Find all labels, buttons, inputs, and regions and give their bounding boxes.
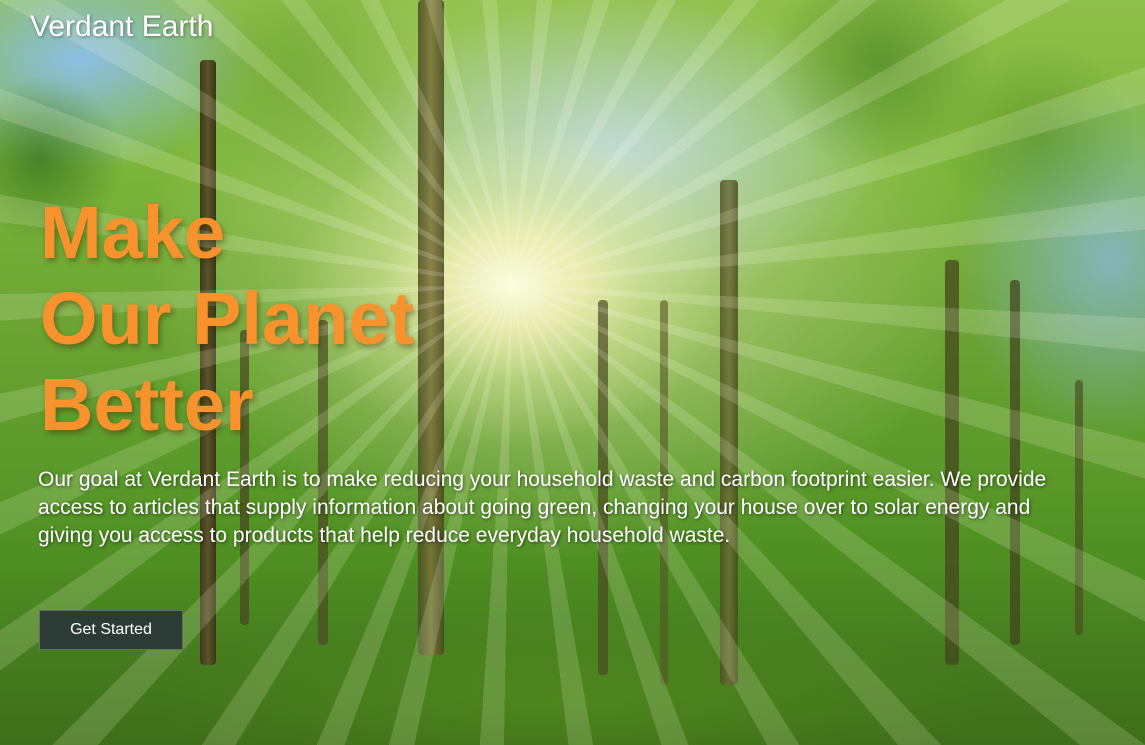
tree-trunk xyxy=(945,260,959,665)
site-title[interactable]: Verdant Earth xyxy=(30,10,213,44)
headline-line: Better xyxy=(40,363,254,446)
headline-line: Our Planet xyxy=(40,277,415,360)
hero-headline: Make Our Planet Better xyxy=(40,190,414,448)
tree-trunk xyxy=(720,180,738,685)
headline-line: Make xyxy=(40,191,226,274)
tree-trunk xyxy=(1010,280,1020,645)
hero-description: Our goal at Verdant Earth is to make red… xyxy=(38,468,1047,547)
tree-trunk xyxy=(418,0,444,655)
get-started-button[interactable]: Get Started xyxy=(39,610,183,650)
hero-section: Verdant Earth Make Our Planet Better Our… xyxy=(0,0,1145,745)
